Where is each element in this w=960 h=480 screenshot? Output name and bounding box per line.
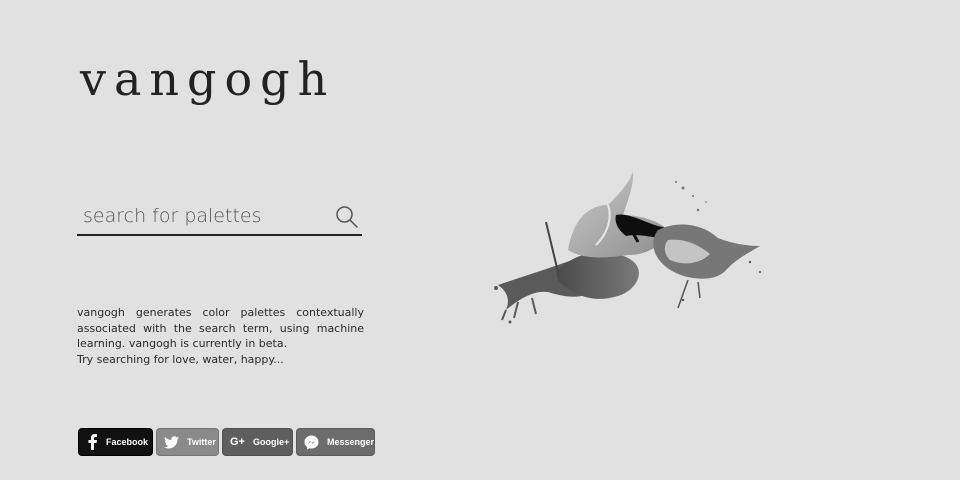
twitter-label: Twitter [187, 437, 216, 447]
googleplus-label: Google+ [252, 437, 290, 447]
search-bar [77, 198, 362, 236]
site-logo[interactable]: vangogh [80, 56, 335, 102]
messenger-icon [304, 434, 319, 450]
share-buttons: Facebook Twitter G+ Google+ Messenger [78, 428, 375, 456]
search-icon[interactable] [334, 204, 360, 230]
googleplus-share-button[interactable]: G+ Google+ [222, 428, 293, 456]
twitter-icon [164, 434, 179, 450]
description-line: vangogh generates color palettes context… [77, 306, 364, 319]
paint-splash-image [494, 172, 761, 324]
messenger-share-button[interactable]: Messenger [296, 428, 375, 456]
search-input[interactable] [83, 201, 328, 231]
facebook-share-button[interactable]: Facebook [78, 428, 153, 456]
facebook-icon [86, 434, 98, 450]
facebook-label: Facebook [106, 437, 149, 447]
description-line: learning. vangogh is currently in beta. [77, 337, 288, 350]
twitter-share-button[interactable]: Twitter [156, 428, 219, 456]
messenger-label: Messenger [327, 437, 375, 447]
description-line: associated with the search term, using m… [77, 321, 364, 335]
description-line: Try searching for love, water, happy... [77, 352, 284, 366]
googleplus-icon: G+ [230, 436, 245, 448]
description-text: vangogh generates color palettes context… [77, 305, 364, 367]
